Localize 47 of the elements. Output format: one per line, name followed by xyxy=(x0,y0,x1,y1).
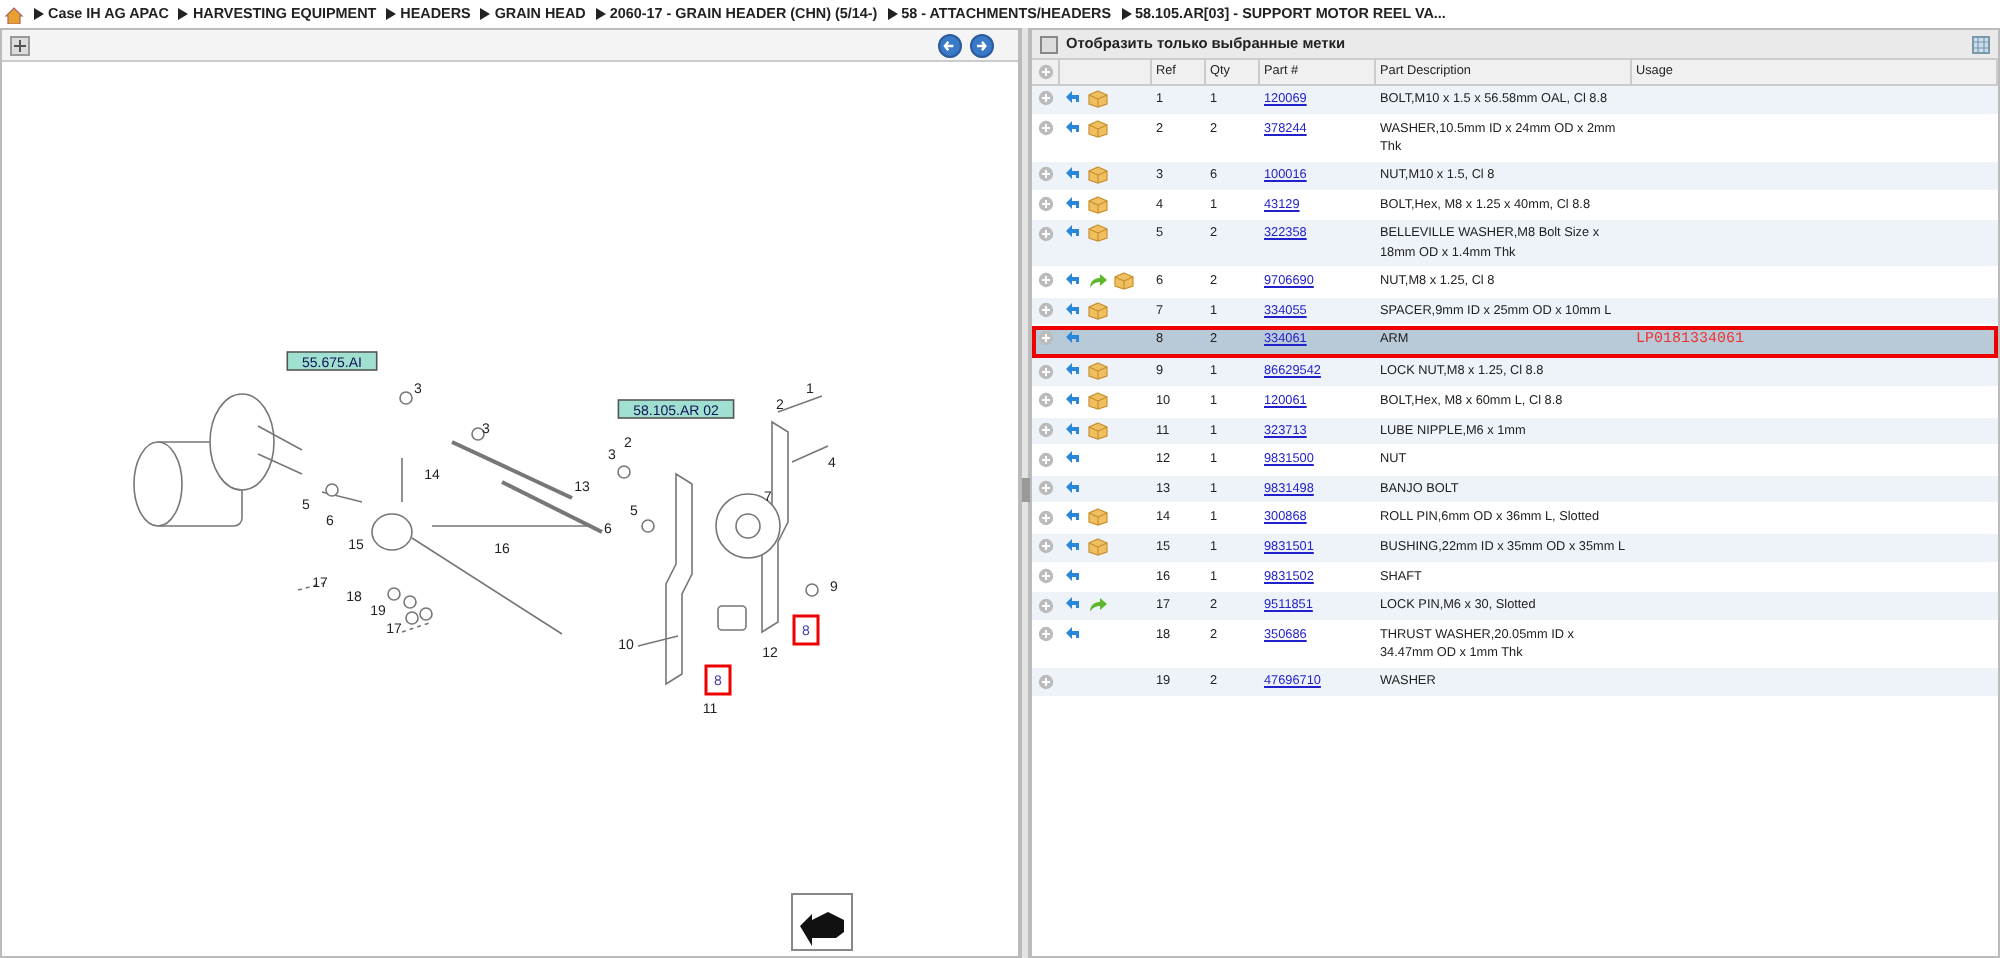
box-icon[interactable] xyxy=(1088,119,1108,138)
add-icon[interactable] xyxy=(1038,225,1054,242)
add-icon[interactable] xyxy=(1038,272,1054,289)
add-icon[interactable] xyxy=(1038,64,1054,80)
box-icon[interactable] xyxy=(1088,538,1108,557)
box-icon[interactable] xyxy=(1114,271,1134,290)
box-icon[interactable] xyxy=(1088,508,1108,527)
add-icon[interactable] xyxy=(1038,90,1054,107)
grid-icon[interactable] xyxy=(1972,35,1990,53)
add-icon[interactable] xyxy=(1038,363,1054,380)
box-icon[interactable] xyxy=(1088,301,1108,320)
add-icon[interactable] xyxy=(1038,166,1054,183)
add-icon[interactable] xyxy=(1038,626,1054,643)
box-icon[interactable] xyxy=(1088,90,1108,108)
add-icon[interactable] xyxy=(1038,538,1054,555)
separator-icon xyxy=(386,8,397,20)
add-icon[interactable] xyxy=(1038,451,1054,468)
separator-icon xyxy=(1121,8,1132,20)
separator-icon xyxy=(887,8,898,20)
add-icon[interactable] xyxy=(1038,673,1054,690)
box-icon[interactable] xyxy=(1088,362,1108,381)
add-icon[interactable] xyxy=(1038,301,1054,318)
separator-icon xyxy=(34,8,44,20)
add-icon[interactable] xyxy=(1038,421,1054,438)
add-icon[interactable] xyxy=(1038,330,1054,347)
add-icon[interactable] xyxy=(1038,196,1054,213)
add-icon[interactable] xyxy=(1038,480,1054,497)
checkbox[interactable] xyxy=(1040,35,1058,53)
separator-icon xyxy=(595,8,606,20)
curved-arrow-icon[interactable] xyxy=(1088,271,1108,290)
box-icon[interactable] xyxy=(1088,224,1108,243)
box-icon[interactable] xyxy=(1088,392,1108,411)
add-icon[interactable] xyxy=(1038,568,1054,584)
separator-icon xyxy=(480,8,491,20)
box-icon[interactable] xyxy=(1088,421,1108,440)
box-icon[interactable] xyxy=(1088,195,1108,214)
exit-icon[interactable] xyxy=(791,893,853,951)
separator-icon xyxy=(178,8,189,20)
collapse-handle[interactable] xyxy=(1022,478,1032,502)
curved-arrow-icon[interactable] xyxy=(1088,596,1108,615)
box-icon[interactable] xyxy=(1088,166,1108,185)
add-icon[interactable] xyxy=(1038,509,1054,526)
pin-icon[interactable] xyxy=(10,35,30,55)
add-icon[interactable] xyxy=(1038,597,1054,614)
add-icon[interactable] xyxy=(1038,392,1054,409)
add-icon[interactable] xyxy=(1038,119,1054,136)
home-icon[interactable] xyxy=(4,5,24,23)
